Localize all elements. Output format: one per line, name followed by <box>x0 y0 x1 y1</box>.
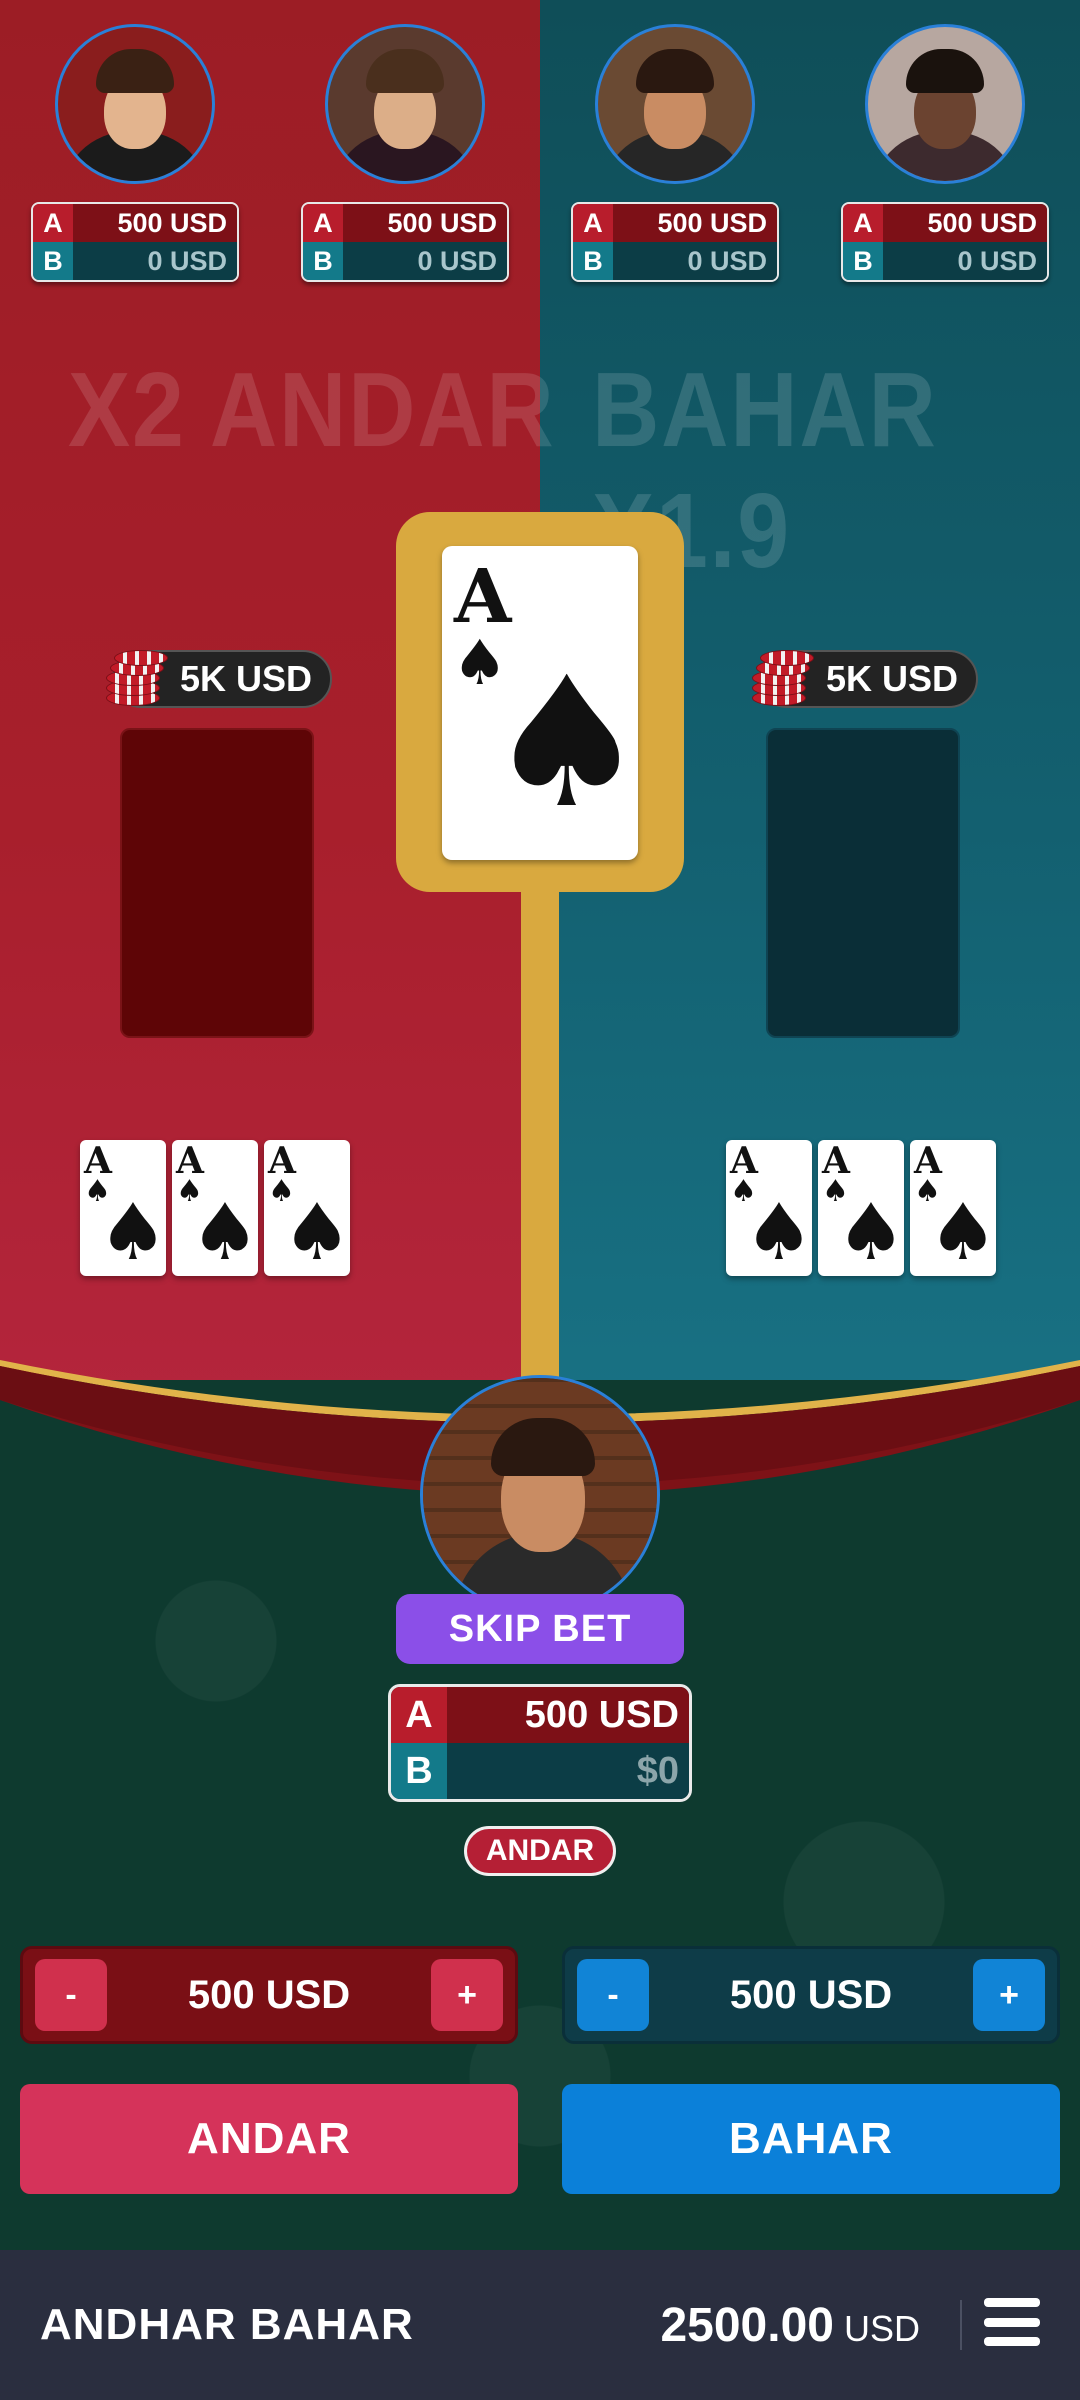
spade-icon: ♠ <box>744 1188 812 1276</box>
andar-tag: A <box>33 204 73 242</box>
bahar-decrease-button[interactable]: - <box>577 1959 649 2031</box>
joker-divider <box>521 880 559 1380</box>
andar-card: A ♠ ♠ <box>80 1140 166 1276</box>
andar-bet-amount: 500 USD <box>343 204 507 242</box>
player-bet-box: A 500 USD B0 USD <box>571 202 779 282</box>
player-bet-box: A 500 USD B0 USD <box>31 202 239 282</box>
divider <box>960 2300 962 2350</box>
andar-card: A ♠ ♠ <box>172 1140 258 1276</box>
player-avatar[interactable] <box>865 24 1025 184</box>
bahar-bet-amount: 0 USD <box>73 242 237 280</box>
andar-tag: A <box>843 204 883 242</box>
balance-display: 2500.00 USD <box>660 2298 920 2353</box>
player-avatar[interactable] <box>55 24 215 184</box>
joker-card: A ♠ ♠ <box>442 546 638 860</box>
my-bet-box: A 500 USD B $0 <box>388 1684 692 1802</box>
andar-card: A ♠ ♠ <box>264 1140 350 1276</box>
player-avatar[interactable] <box>595 24 755 184</box>
bahar-card: A ♠ ♠ <box>818 1140 904 1276</box>
andar-tag: A <box>573 204 613 242</box>
bahar-bet-amount: 0 USD <box>343 242 507 280</box>
bahar-increase-button[interactable]: + <box>973 1959 1045 2031</box>
spade-icon: ♠ <box>190 1188 258 1276</box>
bahar-bet-button[interactable]: BAHAR <box>562 2084 1060 2194</box>
spade-icon: ♠ <box>928 1188 996 1276</box>
andar-increase-button[interactable]: + <box>431 1959 503 2031</box>
bahar-bet-amount: 0 USD <box>883 242 1047 280</box>
andar-bet-stepper: - 500 USD + <box>20 1946 518 2044</box>
bahar-tag: B <box>573 242 613 280</box>
bahar-bet-value: 500 USD <box>729 1972 893 2017</box>
player-seat-2: A 500 USD B0 USD <box>300 24 510 282</box>
andar-bet-amount: 500 USD <box>613 204 777 242</box>
andar-tag: A <box>391 1687 447 1743</box>
player-bet-box: A 500 USD B0 USD <box>301 202 509 282</box>
andar-bet-amount: 500 USD <box>883 204 1047 242</box>
stack-amount: 5K USD <box>179 658 312 699</box>
balance-amount: 2500.00 <box>660 2298 834 2352</box>
chip-stack-icon <box>746 640 816 712</box>
stack-amount: 5K USD <box>825 658 958 699</box>
bahar-tag: B <box>303 242 343 280</box>
andar-bet-amount: 500 USD <box>73 204 237 242</box>
andar-bet-button[interactable]: ANDAR <box>20 2084 518 2194</box>
bahar-card: A ♠ ♠ <box>726 1140 812 1276</box>
bahar-tag: B <box>843 242 883 280</box>
chip-stack-icon <box>100 640 170 712</box>
bahar-card: A ♠ ♠ <box>910 1140 996 1276</box>
my-bahar-bet: $0 <box>447 1743 689 1799</box>
selected-side-badge: ANDAR <box>464 1826 616 1876</box>
player-seat-4: A 500 USD B0 USD <box>840 24 1050 282</box>
my-andar-bet: 500 USD <box>447 1687 689 1743</box>
my-avatar[interactable] <box>420 1375 660 1615</box>
game-title: ANDHAR BAHAR <box>40 2300 414 2349</box>
andar-payout-title: X2 ANDAR <box>68 351 556 469</box>
andar-tag: A <box>303 204 343 242</box>
spade-icon: ♠ <box>836 1188 904 1276</box>
player-avatar[interactable] <box>325 24 485 184</box>
bahar-tag: B <box>33 242 73 280</box>
bottom-bar: ANDHAR BAHAR 2500.00 USD <box>0 2250 1080 2400</box>
andar-bet-value: 500 USD <box>187 1972 351 2017</box>
andar-decrease-button[interactable]: - <box>35 1959 107 2031</box>
spade-icon: ♠ <box>282 1188 350 1276</box>
bahar-tag: B <box>391 1743 447 1799</box>
player-seat-3: A 500 USD B0 USD <box>570 24 780 282</box>
balance-currency: USD <box>843 2307 920 2349</box>
player-seat-1: A 500 USD B0 USD <box>30 24 240 282</box>
player-bet-box: A 500 USD B0 USD <box>841 202 1049 282</box>
menu-icon[interactable] <box>984 2298 1040 2346</box>
skip-bet-button[interactable]: SKIP BET <box>396 1594 684 1664</box>
bahar-card-slot <box>766 728 960 1038</box>
andar-card-slot <box>120 728 314 1038</box>
spade-icon: ♠ <box>98 1188 166 1276</box>
bahar-bet-stepper: - 500 USD + <box>562 1946 1060 2044</box>
bahar-bet-amount: 0 USD <box>613 242 777 280</box>
spade-icon: ♠ <box>486 639 638 848</box>
